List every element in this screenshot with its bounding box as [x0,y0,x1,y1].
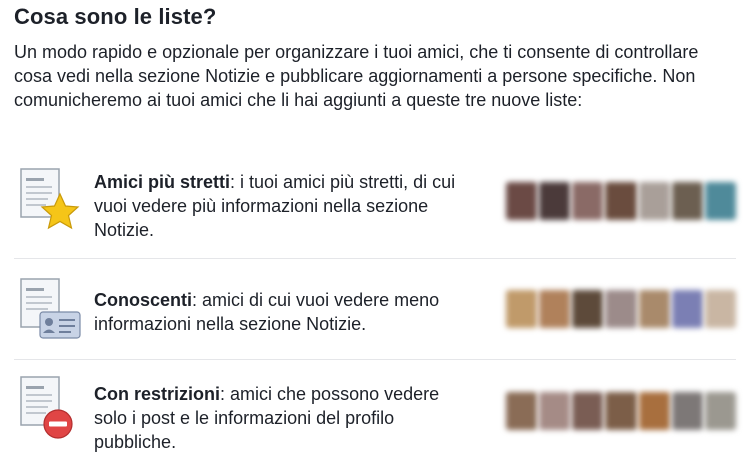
avatar [572,290,604,328]
page-title: Cosa sono le liste? [14,4,217,29]
avatar [638,182,670,220]
avatar [704,290,736,328]
avatar [539,290,571,328]
avatar [572,392,604,430]
avatar [671,392,703,430]
avatar [704,392,736,430]
friend-avatars-close-friends [506,182,736,222]
avatar [671,290,703,328]
list-name-close-friends: Amici più stretti [94,172,231,192]
avatar [539,392,571,430]
avatar [506,290,538,328]
avatar [638,290,670,328]
avatar [671,182,703,220]
list-name-restricted: Con restrizioni [94,384,221,404]
intro-text: Un modo rapido e opzionale per organizza… [14,42,699,110]
avatar [605,182,637,220]
avatar [539,182,571,220]
list-item-restricted: Con restrizioni: amici che possono veder… [14,362,736,466]
friend-avatars-acquaintances [506,290,736,330]
list-item-close-friends: Amici più stretti: i tuoi amici più stre… [14,160,736,256]
friend-avatars-restricted [506,392,736,432]
avatar [506,182,538,220]
avatar [605,290,637,328]
acquaintances-card-icon [20,278,81,339]
divider [14,258,736,259]
avatar [704,182,736,220]
list-name-acquaintances: Conoscenti [94,290,193,310]
list-item-acquaintances: Conoscenti: amici di cui vuoi vedere men… [14,262,736,356]
avatar [605,392,637,430]
close-friends-star-icon [20,168,80,230]
restricted-minus-icon [20,376,73,439]
avatar [638,392,670,430]
avatar [506,392,538,430]
avatar [572,182,604,220]
divider [14,359,736,360]
